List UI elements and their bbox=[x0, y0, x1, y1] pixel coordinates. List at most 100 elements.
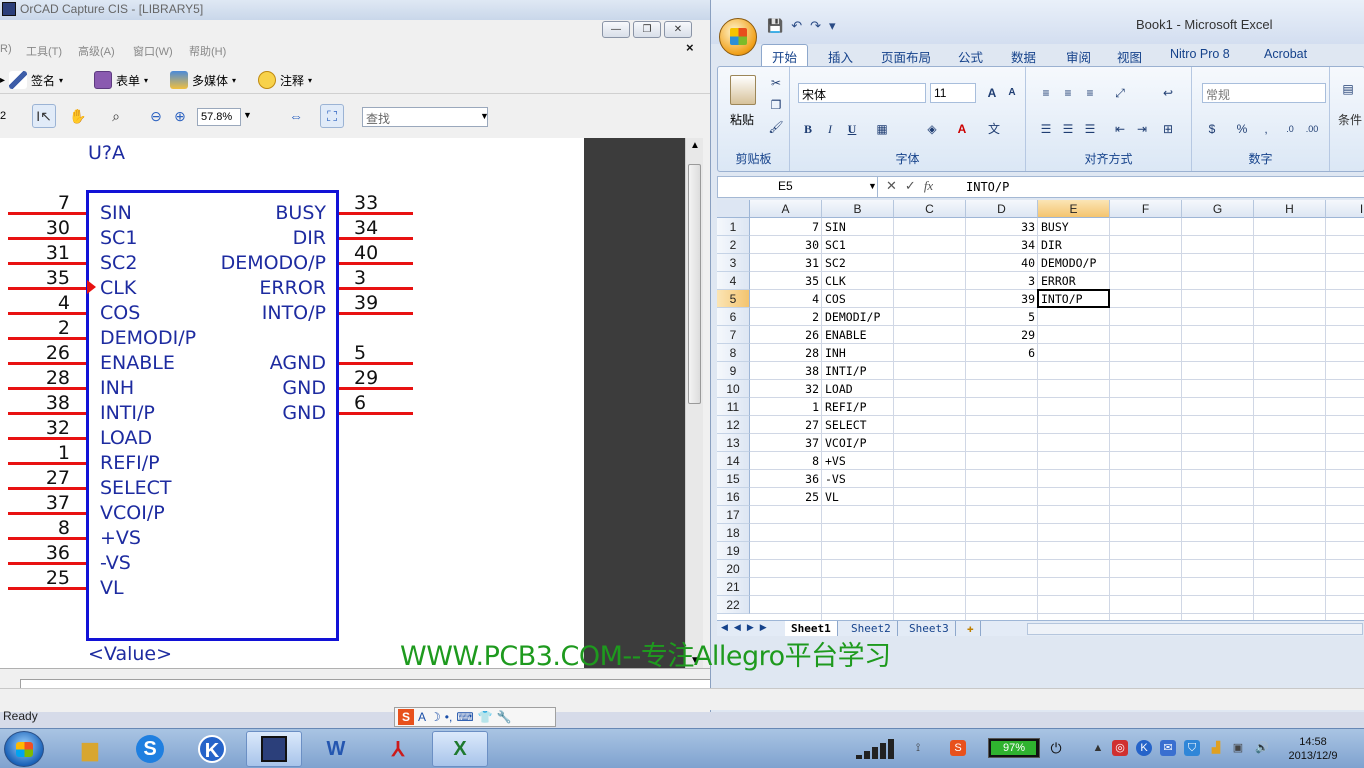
format-painter-icon[interactable]: 🖌 bbox=[766, 117, 786, 137]
marquee-zoom-icon[interactable]: ⌕ bbox=[104, 104, 128, 128]
table-cell[interactable]: 8 bbox=[750, 452, 819, 470]
excel-titlebar[interactable]: 💾 ↶ ↷ ▾ Book1 - Microsoft Excel bbox=[711, 0, 1364, 56]
ime-keyboard-icon[interactable]: ⌨ bbox=[456, 710, 473, 724]
cancel-entry-icon[interactable]: ✕ bbox=[886, 178, 897, 194]
table-cell[interactable]: CLK bbox=[825, 272, 846, 290]
column-header[interactable]: I bbox=[1326, 200, 1364, 218]
align-bottom-icon[interactable]: ≡ bbox=[1080, 83, 1100, 103]
close-document-icon[interactable]: × bbox=[686, 40, 694, 55]
ime-skin-icon[interactable]: 👕 bbox=[478, 710, 493, 724]
pdf-icon[interactable]: ⅄ bbox=[370, 731, 426, 767]
sheet-tab-3[interactable]: Sheet3 bbox=[903, 621, 956, 636]
menu-item-tools[interactable]: 工具(T) bbox=[26, 43, 62, 59]
row-header[interactable]: 3 bbox=[717, 254, 750, 272]
table-cell[interactable]: 39 bbox=[966, 290, 1035, 308]
row-header[interactable]: 18 bbox=[717, 524, 750, 542]
start-button[interactable] bbox=[4, 731, 44, 767]
table-cell[interactable]: 3 bbox=[966, 272, 1035, 290]
office-button[interactable] bbox=[719, 18, 757, 56]
table-cell[interactable]: BUSY bbox=[1041, 218, 1069, 236]
document-vscrollbar[interactable]: ▲ ▼ bbox=[685, 138, 703, 668]
hand-tool-icon[interactable]: ✋ bbox=[66, 104, 90, 128]
increase-decimal-icon[interactable]: .0 bbox=[1280, 119, 1300, 139]
table-cell[interactable]: +VS bbox=[825, 452, 846, 470]
column-header[interactable]: D bbox=[966, 200, 1038, 218]
menu-item-help[interactable]: 帮助(H) bbox=[189, 43, 226, 59]
name-box[interactable]: E5 bbox=[718, 177, 878, 197]
explorer-icon[interactable]: ▆ bbox=[62, 731, 118, 767]
table-cell[interactable]: DEMODI/P bbox=[825, 308, 880, 326]
kugou-icon[interactable]: K bbox=[184, 731, 240, 767]
shrink-font-icon[interactable]: A bbox=[1002, 83, 1022, 103]
table-cell[interactable]: 35 bbox=[750, 272, 819, 290]
table-cell[interactable]: LOAD bbox=[825, 380, 853, 398]
table-cell[interactable]: ERROR bbox=[1041, 272, 1076, 290]
volume-icon[interactable]: 🔊 bbox=[1254, 740, 1270, 756]
zoom-in-icon[interactable]: ⊕ bbox=[168, 104, 192, 128]
tab-acrobat[interactable]: Acrobat bbox=[1264, 47, 1307, 61]
table-cell[interactable]: SIN bbox=[825, 218, 846, 236]
table-cell[interactable]: SELECT bbox=[825, 416, 867, 434]
table-cell[interactable]: 1 bbox=[750, 398, 819, 416]
font-color-icon[interactable]: A bbox=[952, 119, 972, 139]
conditional-format-label[interactable]: 条件 bbox=[1338, 111, 1362, 128]
fill-color-icon[interactable]: ◈ bbox=[922, 119, 942, 139]
table-cell[interactable]: SC2 bbox=[825, 254, 846, 272]
insert-function-icon[interactable]: fx bbox=[924, 178, 933, 194]
row-header[interactable]: 15 bbox=[717, 470, 750, 488]
align-left-icon[interactable]: ☰ bbox=[1036, 119, 1056, 139]
zoom-dropdown-icon[interactable]: ▼ bbox=[243, 110, 252, 120]
table-cell[interactable]: 31 bbox=[750, 254, 819, 272]
align-top-icon[interactable]: ≡ bbox=[1036, 83, 1056, 103]
copy-icon[interactable]: ❐ bbox=[766, 95, 786, 115]
network-icon[interactable]: ⟟ bbox=[910, 740, 926, 756]
row-header[interactable]: 7 bbox=[717, 326, 750, 344]
column-header[interactable]: F bbox=[1110, 200, 1182, 218]
row-header[interactable]: 20 bbox=[717, 560, 750, 578]
zoom-input[interactable]: 57.8% bbox=[197, 108, 241, 126]
wifi-bars-icon[interactable]: ▟ bbox=[1208, 740, 1224, 756]
increase-indent-icon[interactable]: ⇥ bbox=[1132, 119, 1152, 139]
tab-nitro[interactable]: Nitro Pro 8 bbox=[1170, 47, 1230, 61]
column-header[interactable]: A bbox=[750, 200, 822, 218]
formula-input[interactable]: INTO/P bbox=[966, 180, 1009, 194]
menu-item-advanced[interactable]: 高级(A) bbox=[78, 43, 115, 59]
accounting-format-icon[interactable]: $ bbox=[1202, 119, 1222, 139]
paste-icon[interactable] bbox=[730, 75, 756, 105]
table-cell[interactable]: INH bbox=[825, 344, 846, 362]
column-header[interactable]: C bbox=[894, 200, 966, 218]
table-cell[interactable]: 38 bbox=[750, 362, 819, 380]
merge-center-icon[interactable]: ⊞ bbox=[1158, 119, 1178, 139]
undo-icon[interactable]: ↶ bbox=[791, 18, 802, 34]
row-header[interactable]: 1 bbox=[717, 218, 750, 236]
column-header[interactable]: H bbox=[1254, 200, 1326, 218]
excel-icon[interactable]: X bbox=[432, 731, 488, 767]
ime-toolbar[interactable]: S A ☽ •, ⌨ 👕 🔧 bbox=[394, 707, 556, 727]
save-icon[interactable]: 💾 bbox=[767, 18, 783, 34]
table-cell[interactable]: 30 bbox=[750, 236, 819, 254]
table-cell[interactable]: 6 bbox=[966, 344, 1035, 362]
sogou-ime-icon[interactable]: S bbox=[398, 709, 414, 725]
kugou-tray-icon[interactable]: K bbox=[1136, 740, 1152, 756]
scroll-up-icon[interactable]: ▲ bbox=[690, 140, 700, 151]
row-header[interactable]: 17 bbox=[717, 506, 750, 524]
row-header[interactable]: 2 bbox=[717, 236, 750, 254]
phonetic-icon[interactable]: 文 bbox=[984, 119, 1004, 139]
cut-icon[interactable]: ✂ bbox=[766, 73, 786, 93]
ime-mode-icon[interactable]: A bbox=[418, 710, 426, 724]
table-cell[interactable]: 34 bbox=[966, 236, 1035, 254]
sogou-tray-icon[interactable]: S bbox=[950, 740, 966, 756]
show-hidden-icons[interactable]: ▲ bbox=[1090, 740, 1106, 756]
table-cell[interactable]: DEMODO/P bbox=[1041, 254, 1096, 272]
redo-icon[interactable]: ↷ bbox=[810, 18, 821, 34]
table-cell[interactable]: DIR bbox=[1041, 236, 1062, 254]
row-header[interactable]: 14 bbox=[717, 452, 750, 470]
ime-punct-icon[interactable]: •, bbox=[445, 710, 453, 724]
menu-item-window[interactable]: 窗口(W) bbox=[133, 43, 173, 59]
power-plug-icon[interactable]: ⏻ bbox=[1048, 740, 1064, 756]
orcad-titlebar[interactable]: OrCAD Capture CIS - [LIBRARY5] bbox=[0, 0, 710, 20]
select-all-button[interactable] bbox=[717, 200, 750, 218]
italic-button[interactable]: I bbox=[820, 119, 840, 139]
table-cell[interactable]: 25 bbox=[750, 488, 819, 506]
form-button[interactable]: 表单 ▾ bbox=[94, 70, 148, 90]
